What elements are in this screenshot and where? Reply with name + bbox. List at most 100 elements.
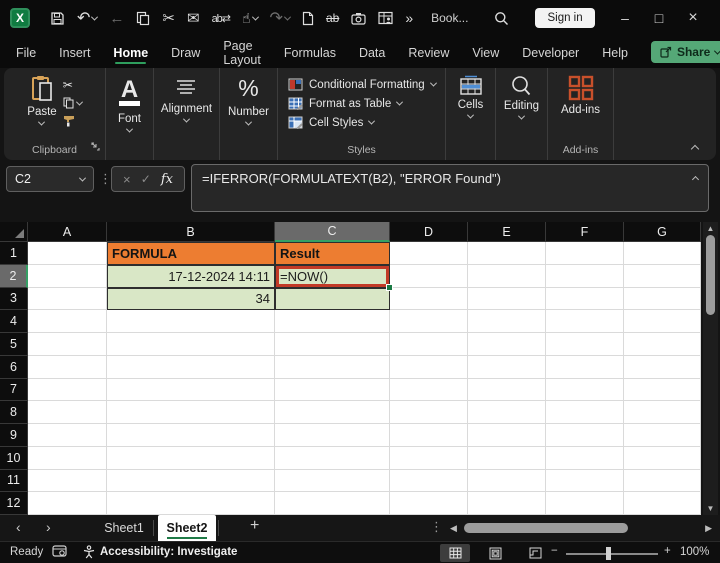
cell-B1[interactable]: FORMULA: [107, 242, 275, 265]
cell-B2[interactable]: 17-12-2024 14:11: [107, 265, 275, 288]
select-all-corner[interactable]: [0, 222, 28, 242]
column-header-G[interactable]: G: [624, 222, 701, 242]
cell-A1[interactable]: [28, 242, 107, 265]
cell-F5[interactable]: [546, 333, 624, 356]
conditional-formatting-chevron-icon[interactable]: [430, 80, 437, 87]
paste-button[interactable]: Paste: [27, 75, 56, 132]
tab-review[interactable]: Review: [408, 38, 449, 66]
cell-B3[interactable]: 34: [107, 288, 275, 311]
cell-E3[interactable]: [468, 288, 546, 311]
number-button[interactable]: % Number: [228, 75, 269, 126]
cell-C1[interactable]: Result: [275, 242, 390, 265]
tab-help[interactable]: Help: [602, 38, 628, 66]
scroll-left-icon[interactable]: ◀: [450, 523, 457, 534]
conditional-formatting-button[interactable]: Conditional Formatting: [278, 75, 445, 94]
undo-chevron-icon[interactable]: [91, 13, 98, 20]
cell-D9[interactable]: [390, 424, 468, 447]
minimize-button[interactable]: –: [608, 10, 642, 26]
prev-sheet-icon[interactable]: ‹: [16, 519, 21, 535]
cell-D12[interactable]: [390, 492, 468, 515]
sheet-tab-sheet1[interactable]: Sheet1: [96, 515, 152, 541]
editing-button[interactable]: Editing: [504, 75, 539, 120]
cell-C3[interactable]: [275, 288, 390, 311]
tab-view[interactable]: View: [472, 38, 499, 66]
cell-B10[interactable]: [107, 447, 275, 470]
cell-C12[interactable]: [275, 492, 390, 515]
sheet-tab-sheet2[interactable]: Sheet2: [158, 515, 216, 541]
cell-C10[interactable]: [275, 447, 390, 470]
cell-G5[interactable]: [624, 333, 701, 356]
alignment-chevron-icon[interactable]: [183, 116, 190, 123]
column-header-A[interactable]: A: [28, 222, 107, 242]
cell-F3[interactable]: [546, 288, 624, 311]
cell-F6[interactable]: [546, 356, 624, 379]
zoom-in-button[interactable]: +: [664, 545, 671, 557]
clipboard-dialog-launcher-icon[interactable]: [91, 138, 100, 156]
cell-D4[interactable]: [390, 310, 468, 333]
cell-F4[interactable]: [546, 310, 624, 333]
zoom-level[interactable]: 100%: [680, 546, 709, 558]
format-as-table-chevron-icon[interactable]: [396, 99, 403, 106]
strikethrough-icon[interactable]: ab: [326, 11, 339, 25]
zoom-out-button[interactable]: −: [551, 545, 558, 557]
copy-icon[interactable]: [136, 11, 150, 26]
page-layout-view-button[interactable]: [480, 544, 510, 562]
cell-B12[interactable]: [107, 492, 275, 515]
tab-draw[interactable]: Draw: [171, 38, 200, 66]
scroll-right-icon[interactable]: ▶: [705, 523, 712, 534]
tab-insert[interactable]: Insert: [59, 38, 90, 66]
cell-styles-button[interactable]: Cell Styles: [278, 113, 445, 132]
cell-G3[interactable]: [624, 288, 701, 311]
horizontal-scroll-thumb[interactable]: [464, 523, 628, 533]
cell-E11[interactable]: [468, 470, 546, 493]
cell-D7[interactable]: [390, 379, 468, 402]
alignment-button[interactable]: Alignment: [161, 75, 212, 123]
number-chevron-icon[interactable]: [245, 119, 252, 126]
accessibility-status[interactable]: Accessibility: Investigate: [100, 546, 237, 558]
name-box-chevron-icon[interactable]: [79, 174, 86, 181]
new-file-icon[interactable]: [302, 11, 314, 26]
cell-G11[interactable]: [624, 470, 701, 493]
form-icon[interactable]: [378, 11, 393, 25]
row-header-9[interactable]: 9: [0, 424, 28, 447]
cell-A2[interactable]: [28, 265, 107, 288]
search-icon[interactable]: [494, 11, 509, 26]
cell-E8[interactable]: [468, 401, 546, 424]
excel-logo-icon[interactable]: X: [10, 8, 30, 28]
save-icon[interactable]: [50, 11, 65, 26]
addins-button[interactable]: Add-ins: [561, 75, 600, 116]
close-button[interactable]: ×: [676, 9, 710, 27]
sheet-options-icon[interactable]: ⋮: [430, 519, 443, 535]
cell-B6[interactable]: [107, 356, 275, 379]
cell-F11[interactable]: [546, 470, 624, 493]
cell-C4[interactable]: [275, 310, 390, 333]
cell-B5[interactable]: [107, 333, 275, 356]
collapse-ribbon-icon[interactable]: [691, 145, 699, 153]
cell-G2[interactable]: [624, 265, 701, 288]
cell-A4[interactable]: [28, 310, 107, 333]
cell-F12[interactable]: [546, 492, 624, 515]
insert-function-icon[interactable]: fx: [161, 172, 173, 187]
cell-B4[interactable]: [107, 310, 275, 333]
more-commands-icon[interactable]: »: [405, 10, 413, 26]
cell-G1[interactable]: [624, 242, 701, 265]
cell-F8[interactable]: [546, 401, 624, 424]
column-header-F[interactable]: F: [546, 222, 624, 242]
cell-A11[interactable]: [28, 470, 107, 493]
page-break-view-button[interactable]: [520, 544, 550, 562]
zoom-slider-handle[interactable]: [606, 547, 611, 560]
cell-styles-chevron-icon[interactable]: [368, 118, 375, 125]
fill-handle[interactable]: [386, 284, 393, 291]
cell-D1[interactable]: [390, 242, 468, 265]
copy-chevron-icon[interactable]: [76, 98, 83, 105]
camera-icon[interactable]: [351, 12, 366, 25]
scroll-up-icon[interactable]: ▲: [703, 224, 718, 233]
cell-A8[interactable]: [28, 401, 107, 424]
cell-D3[interactable]: [390, 288, 468, 311]
cell-A5[interactable]: [28, 333, 107, 356]
column-header-E[interactable]: E: [468, 222, 546, 242]
row-header-1[interactable]: 1: [0, 242, 28, 265]
cell-A7[interactable]: [28, 379, 107, 402]
format-painter-button[interactable]: [63, 114, 82, 132]
cell-E1[interactable]: [468, 242, 546, 265]
